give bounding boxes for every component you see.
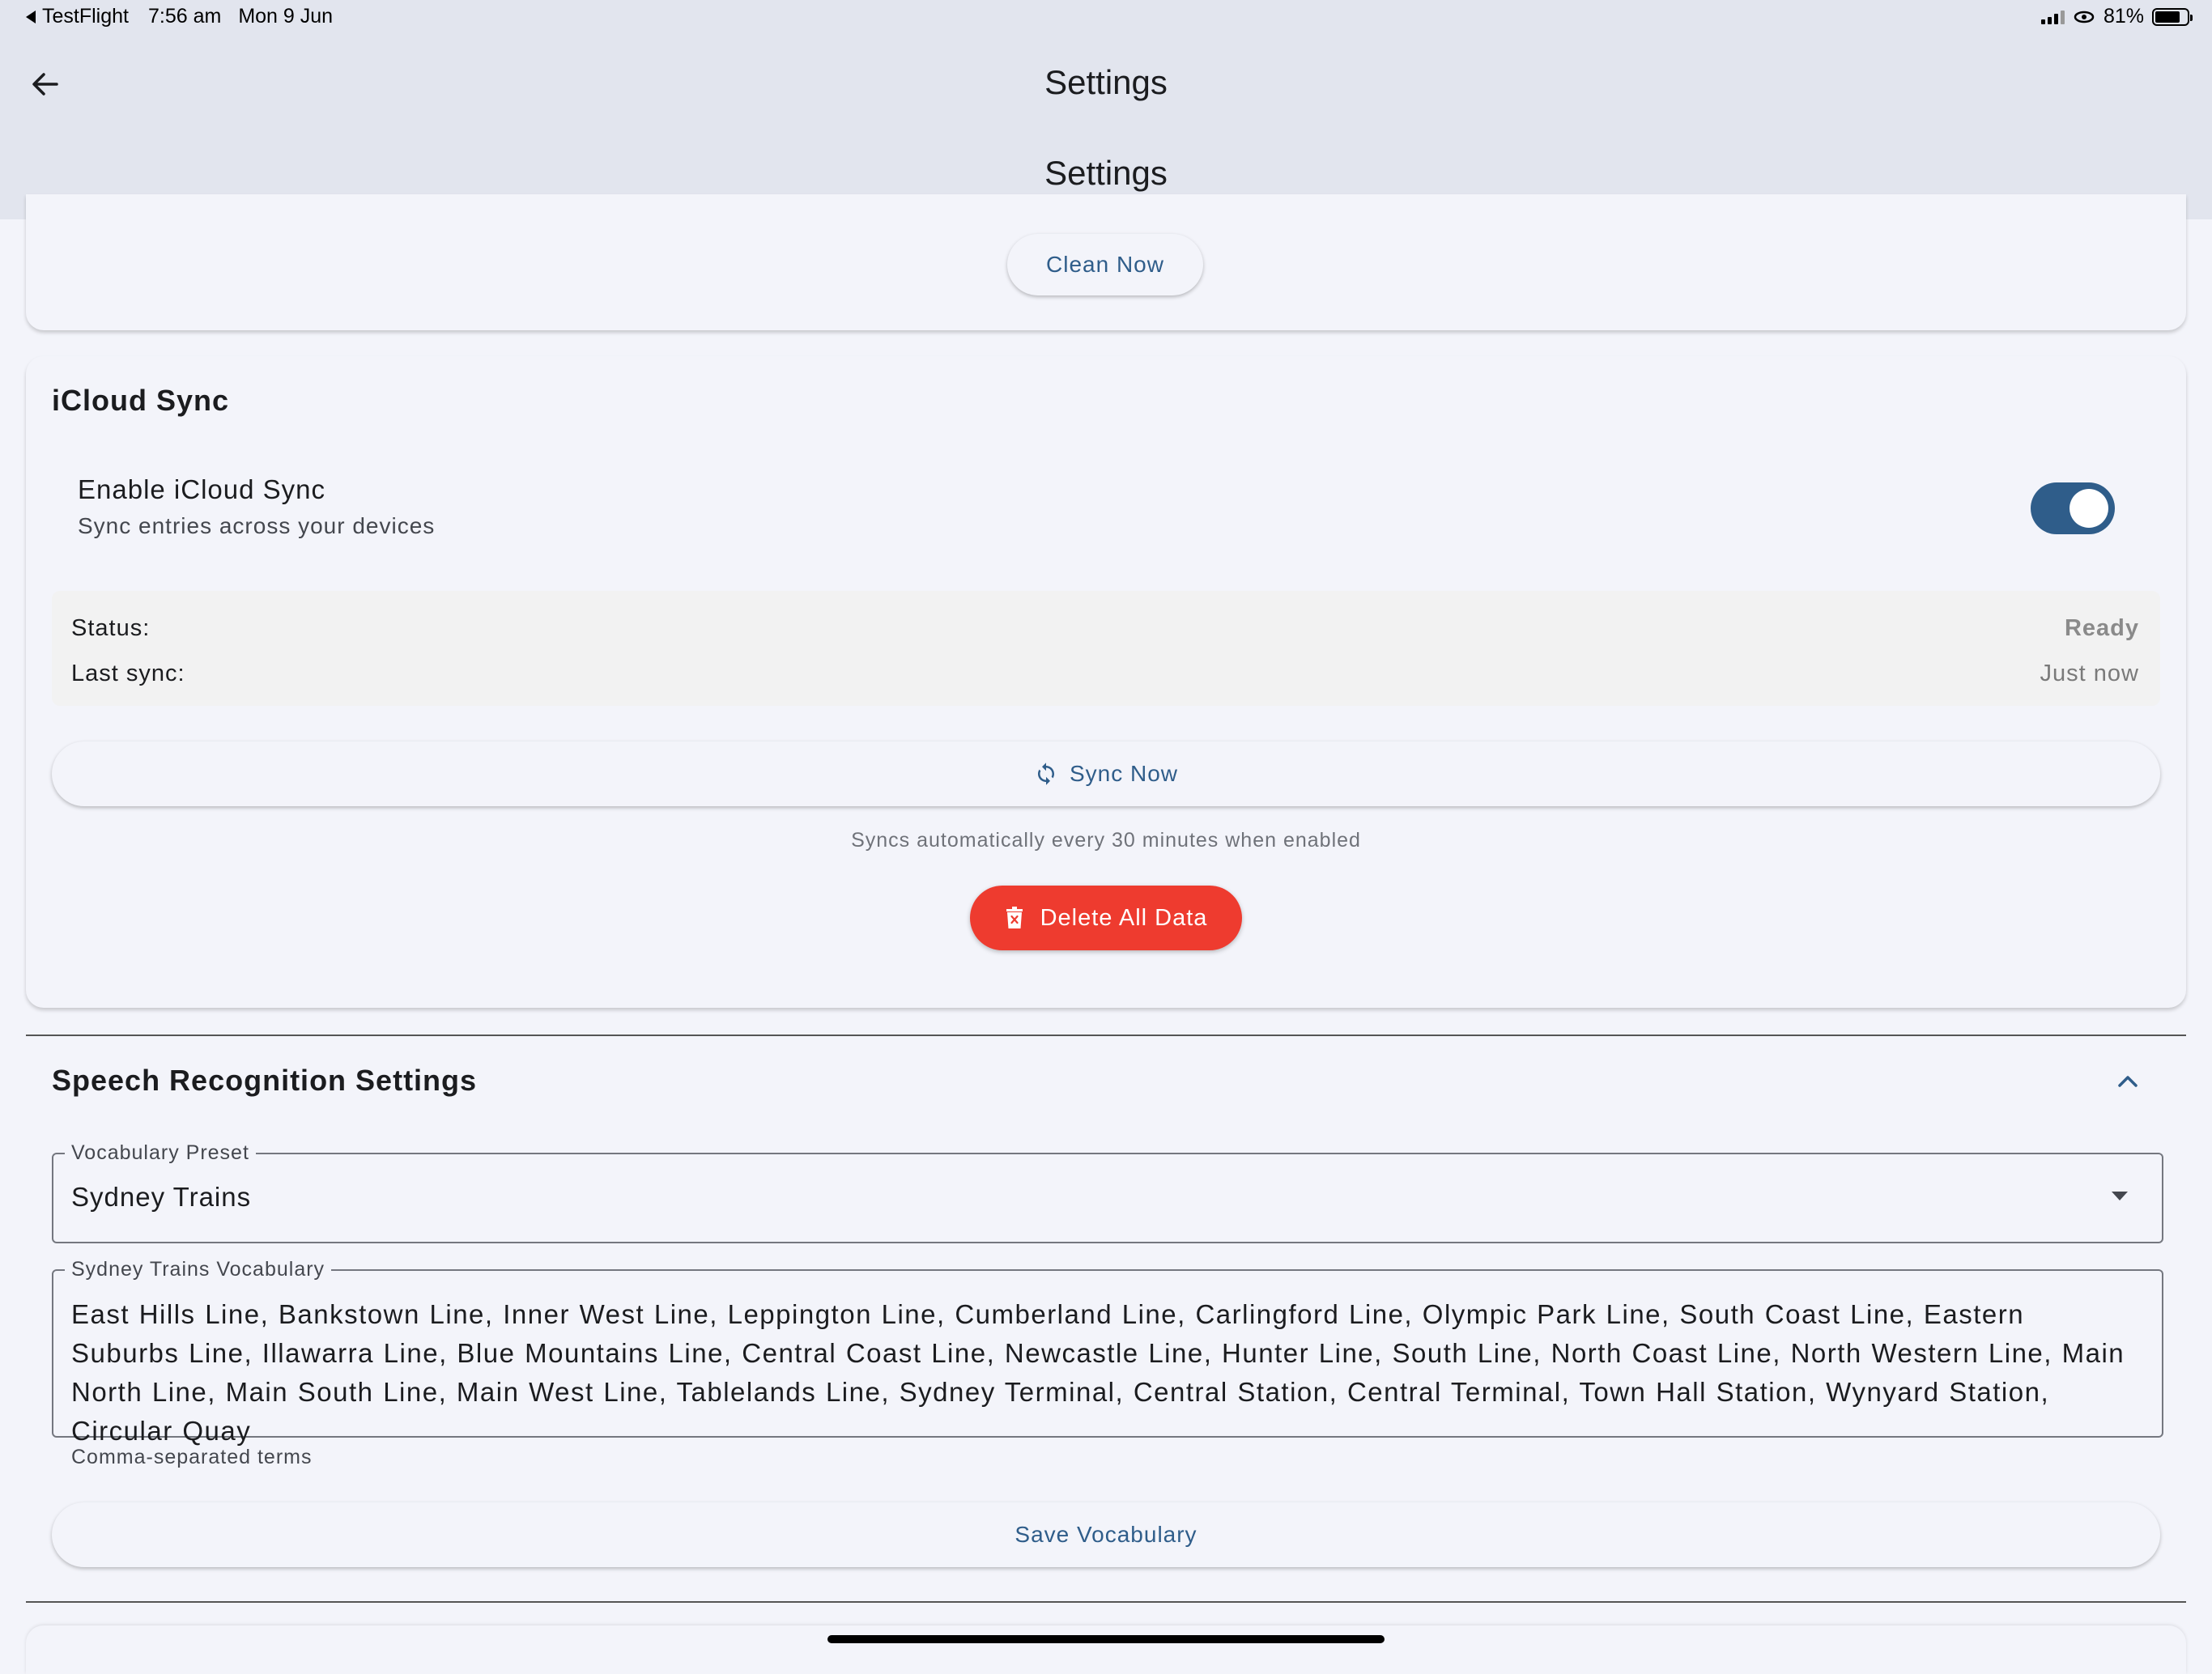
cellular-signal-icon <box>2040 10 2065 24</box>
status-label: Status: <box>71 615 151 641</box>
sync-status-panel <box>52 591 2160 706</box>
sync-now-button[interactable]: Sync Now <box>52 741 2160 806</box>
toggle-knob <box>2069 489 2108 528</box>
status-value: Ready <box>2064 615 2139 641</box>
status-date: Mon 9 Jun <box>238 5 334 28</box>
page-subtitle: Settings <box>1044 154 1168 192</box>
delete-all-data-button[interactable]: Delete All Data <box>970 886 1242 950</box>
enable-icloud-description: Sync entries across your devices <box>78 513 436 538</box>
vocabulary-preset-value: Sydney Trains <box>71 1182 252 1212</box>
back-app-label[interactable]: TestFlight <box>42 5 129 28</box>
vocabulary-preset-label: Vocabulary Preset <box>65 1141 256 1165</box>
last-sync-value: Just now <box>2040 661 2139 686</box>
enable-icloud-toggle[interactable] <box>2031 482 2115 534</box>
page-title: Settings <box>1044 63 1168 101</box>
clean-now-button[interactable]: Clean Now <box>1007 234 1203 295</box>
chevron-up-icon[interactable] <box>2115 1069 2141 1094</box>
status-time: 7:56 am <box>147 5 222 28</box>
enable-icloud-label: Enable iCloud Sync <box>78 474 326 504</box>
next-card <box>26 1625 2186 1674</box>
status-bar-left: TestFlight 7:56 am Mon 9 Jun <box>26 5 333 28</box>
vocabulary-preset-select[interactable] <box>52 1153 2163 1243</box>
icloud-sync-title: iCloud Sync <box>52 384 230 417</box>
vocabulary-text[interactable]: East Hills Line, Bankstown Line, Inner W… <box>71 1295 2136 1451</box>
speech-recognition-title: Speech Recognition Settings <box>52 1064 478 1097</box>
last-sync-label: Last sync: <box>71 661 185 686</box>
link-icon <box>2074 11 2095 23</box>
vocabulary-field-label: Sydney Trains Vocabulary <box>65 1258 332 1281</box>
sync-now-label: Sync Now <box>1069 761 1179 786</box>
auto-sync-note: Syncs automatically every 30 minutes whe… <box>851 829 1361 852</box>
vocabulary-helper-text: Comma-separated terms <box>71 1446 313 1468</box>
dropdown-arrow-icon[interactable] <box>2112 1192 2128 1200</box>
battery-icon <box>2152 7 2193 26</box>
home-indicator[interactable] <box>827 1635 1385 1643</box>
save-vocabulary-button[interactable]: Save Vocabulary <box>52 1502 2160 1567</box>
delete-all-data-label: Delete All Data <box>1040 904 1208 931</box>
sync-icon <box>1037 763 1054 785</box>
back-to-app-icon[interactable] <box>26 10 36 23</box>
trash-icon <box>1006 907 1023 928</box>
status-bar-right: 81% <box>2040 5 2193 28</box>
battery-percent: 81% <box>2103 5 2144 28</box>
